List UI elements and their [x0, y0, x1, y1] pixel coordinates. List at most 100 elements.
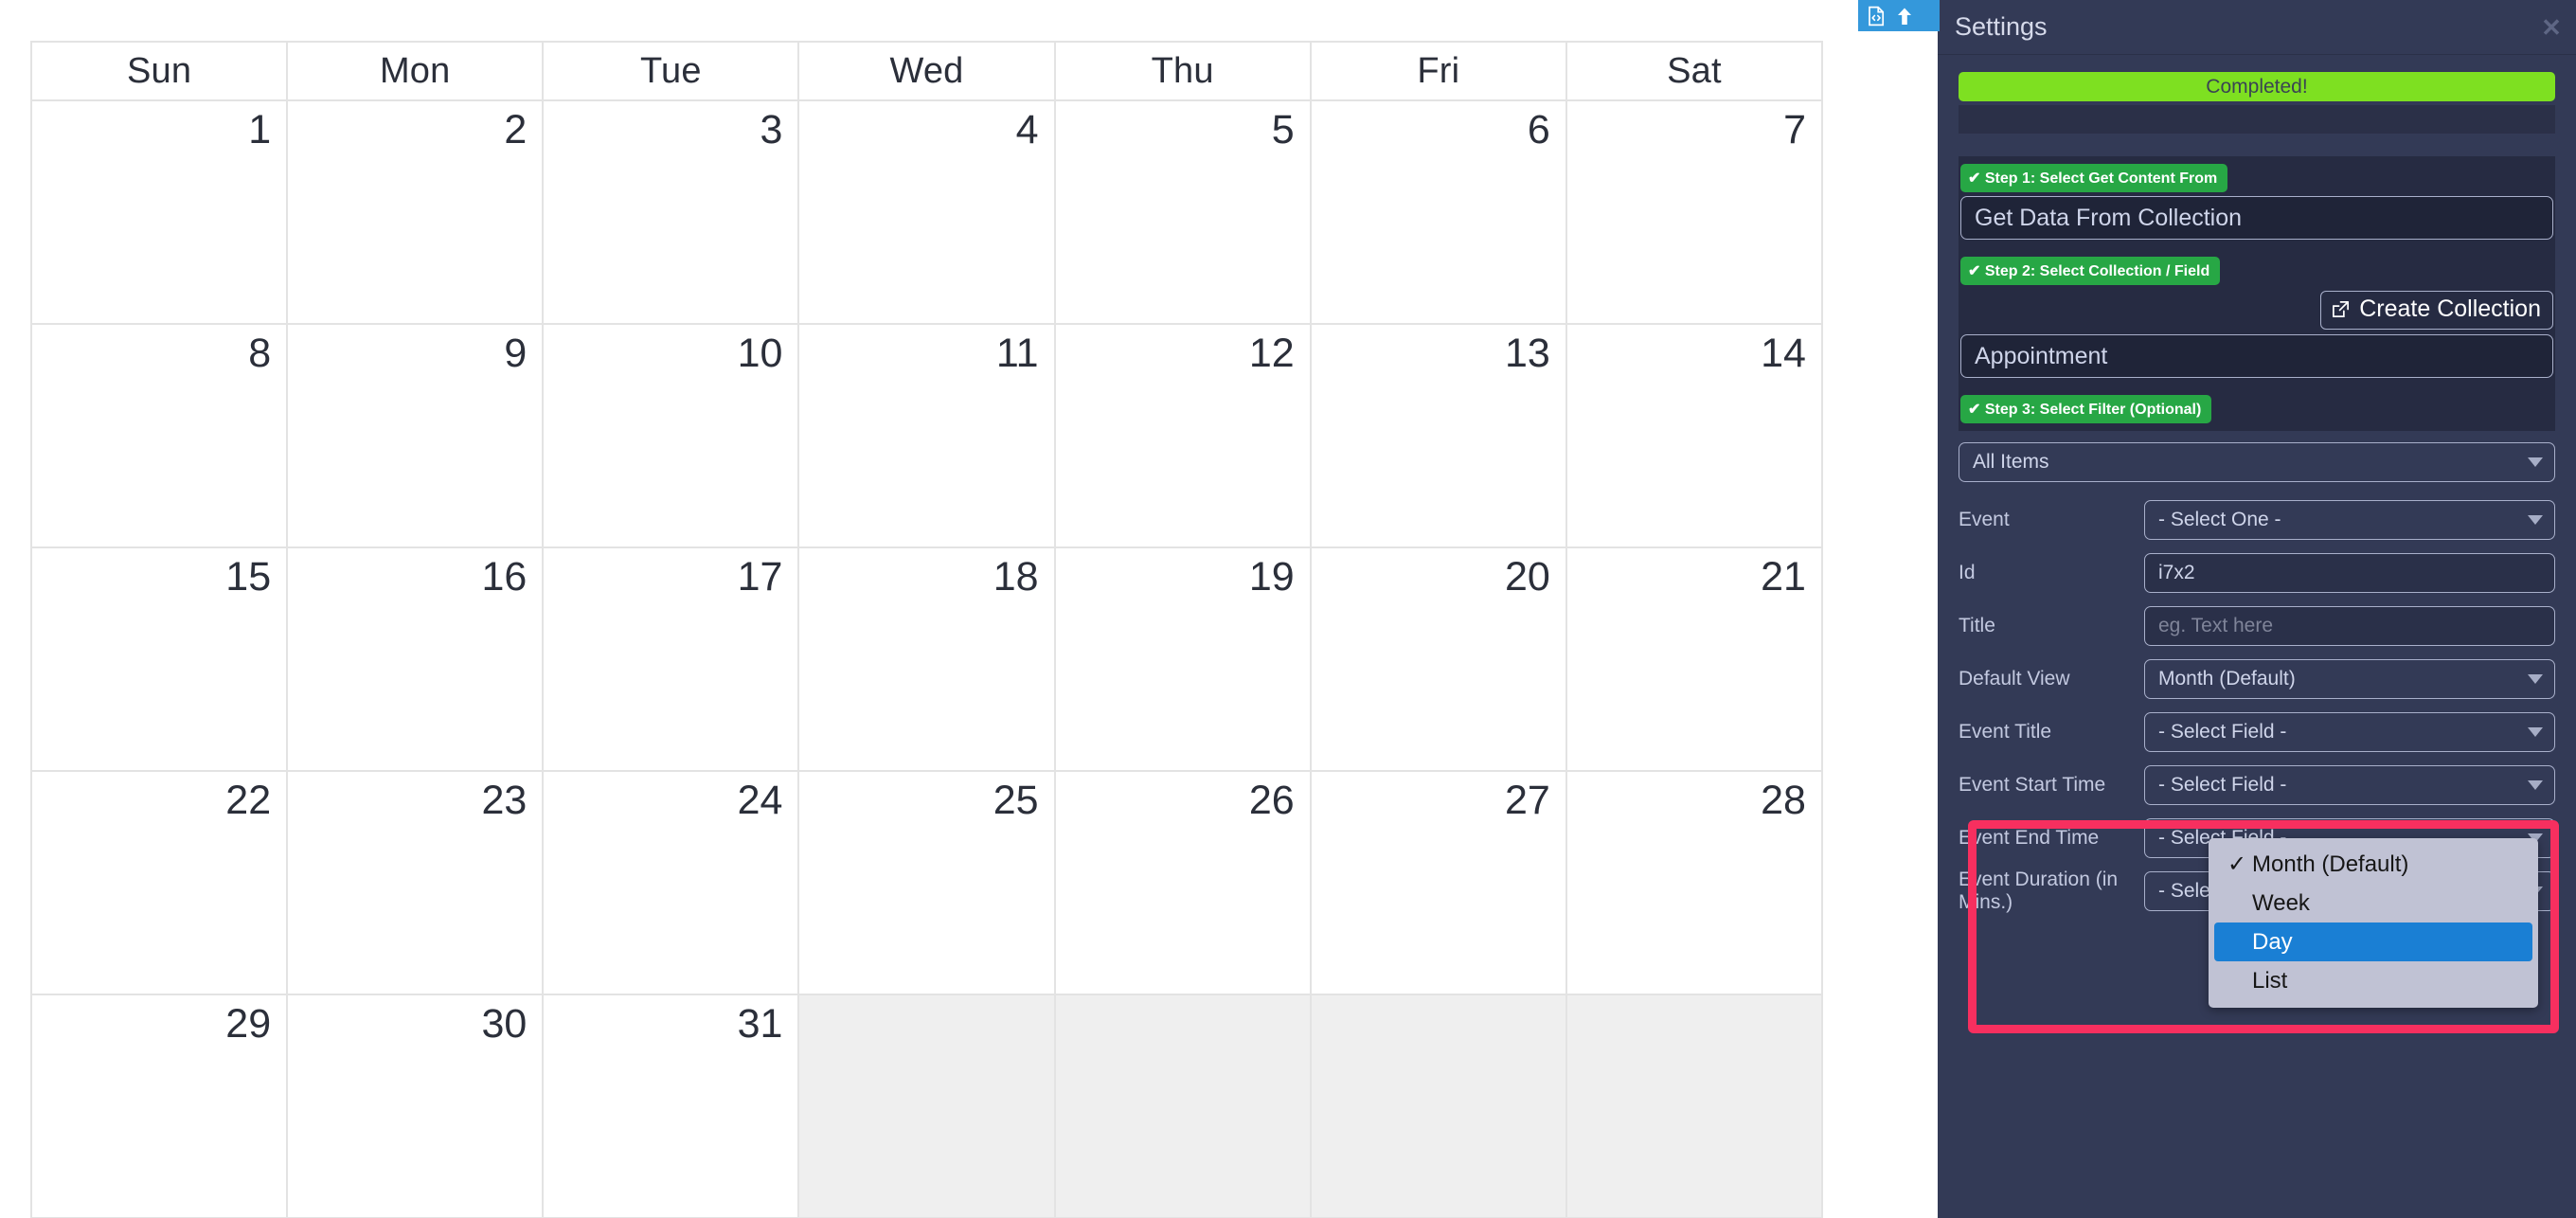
calendar-day-cell[interactable]: 25: [799, 772, 1056, 995]
field-value: i7x2: [2158, 562, 2195, 583]
calendar-day-cell[interactable]: 18: [799, 548, 1056, 772]
calendar-day-cell[interactable]: 8: [32, 325, 289, 548]
calendar-day-number: 4: [1015, 107, 1039, 152]
calendar-day-cell[interactable]: 9: [288, 325, 545, 548]
create-collection-button[interactable]: Create Collection: [2320, 291, 2553, 330]
calendar-day-cell[interactable]: 31: [544, 995, 800, 1218]
calendar-day-cell[interactable]: 13: [1311, 325, 1567, 548]
calendar-day-number: 9: [504, 331, 528, 376]
calendar-day-cell[interactable]: 5: [1055, 101, 1312, 325]
calendar-day-cell[interactable]: 4: [799, 101, 1056, 325]
calendar-day-number: 28: [1761, 778, 1806, 823]
calendar-day-number: 22: [225, 778, 272, 823]
calendar-day-number: 21: [1761, 554, 1806, 600]
collection-field[interactable]: Appointment: [1960, 334, 2553, 378]
settings-panel: Settings ✕ Completed! ✔ Step 1: Select G…: [1938, 0, 2576, 1218]
calendar-day-cell[interactable]: 14: [1566, 325, 1823, 548]
calendar-day-cell[interactable]: 30: [288, 995, 545, 1218]
calendar-day-number: 14: [1761, 331, 1806, 376]
calendar-day-cell[interactable]: 24: [544, 772, 800, 995]
calendar-day-number: 18: [993, 554, 1039, 600]
calendar-day-number: 2: [504, 107, 528, 152]
calendar-weekday-wed: Wed: [799, 43, 1056, 101]
dropdown-option[interactable]: ✓ Month (Default): [2214, 845, 2532, 884]
step1-badge: ✔ Step 1: Select Get Content From: [1960, 164, 2228, 192]
field-value: eg. Text here: [2158, 615, 2274, 636]
calendar-weekday-sun: Sun: [32, 43, 289, 101]
widget-float-toolbar[interactable]: [1858, 0, 1940, 31]
calendar-day-cell[interactable]: 29: [32, 995, 289, 1218]
filter-select[interactable]: All Items: [1959, 442, 2555, 482]
calendar-day-cell[interactable]: 28: [1566, 772, 1823, 995]
calendar-day-number: 1: [248, 107, 272, 152]
calendar-day-cell[interactable]: 21: [1566, 548, 1823, 772]
dropdown-option[interactable]: List: [2214, 961, 2532, 1000]
dropdown-option-label: List: [2252, 967, 2288, 994]
field-label: Title: [1959, 614, 1995, 636]
calendar-day-cell[interactable]: 11: [799, 325, 1056, 548]
calendar-day-cell[interactable]: 16: [288, 548, 545, 772]
calendar-weekday-mon: Mon: [288, 43, 545, 101]
chevron-down-icon: [2528, 780, 2543, 790]
create-collection-row: Create Collection: [1959, 289, 2555, 334]
create-collection-label: Create Collection: [2359, 296, 2541, 322]
form-row: Event - Select One -: [1959, 497, 2555, 543]
calendar-day-number: 12: [1248, 331, 1295, 376]
code-file-icon[interactable]: [1867, 6, 1886, 27]
select-control[interactable]: Month (Default): [2144, 659, 2555, 699]
calendar-day-cell[interactable]: 3: [544, 101, 800, 325]
filter-select-wrap: All Items: [1959, 442, 2555, 482]
dropdown-option[interactable]: Day: [2214, 922, 2532, 961]
calendar-weekday-header: Sun Mon Tue Wed Thu Fri Sat: [32, 43, 1823, 101]
arrow-up-icon[interactable]: [1895, 6, 1914, 27]
calendar-day-number: 8: [248, 331, 272, 376]
calendar-day-cell[interactable]: 20: [1311, 548, 1567, 772]
select-control[interactable]: - Select Field -: [2144, 712, 2555, 752]
calendar-day-cell-empty: [1566, 995, 1823, 1218]
default-view-dropdown-menu[interactable]: ✓ Month (Default) Week Day List: [2209, 838, 2538, 1008]
text-input[interactable]: eg. Text here: [2144, 606, 2555, 646]
field-value: Month (Default): [2158, 668, 2296, 690]
calendar-day-number: 6: [1527, 107, 1550, 152]
form-row: Event Title - Select Field -: [1959, 709, 2555, 755]
calendar-day-cell[interactable]: 15: [32, 548, 289, 772]
calendar-day-number: 15: [225, 554, 272, 600]
calendar-day-number: 24: [737, 778, 783, 823]
calendar-day-number: 20: [1505, 554, 1550, 600]
calendar-day-cell[interactable]: 2: [288, 101, 545, 325]
dropdown-option[interactable]: Week: [2214, 884, 2532, 922]
calendar-day-cell[interactable]: 7: [1566, 101, 1823, 325]
calendar-day-cell[interactable]: 1: [32, 101, 289, 325]
calendar-day-number: 23: [481, 778, 528, 823]
calendar-day-number: 17: [737, 554, 783, 600]
select-control[interactable]: - Select Field -: [2144, 765, 2555, 805]
select-control[interactable]: - Select One -: [2144, 500, 2555, 540]
field-label: Event End Time: [1959, 826, 2100, 849]
calendar-week-row: 29 30 31: [32, 995, 1823, 1218]
calendar-day-number: 30: [481, 1001, 528, 1047]
calendar-day-cell[interactable]: 17: [544, 548, 800, 772]
chevron-down-icon: [2528, 674, 2543, 684]
calendar-day-cell[interactable]: 27: [1311, 772, 1567, 995]
calendar-day-cell[interactable]: 10: [544, 325, 800, 548]
calendar-day-number: 16: [481, 554, 528, 600]
close-icon[interactable]: ✕: [2537, 13, 2566, 42]
external-link-icon: [2331, 299, 2351, 319]
get-content-from-field[interactable]: Get Data From Collection: [1960, 196, 2553, 240]
text-input[interactable]: i7x2: [2144, 553, 2555, 593]
calendar-day-cell[interactable]: 23: [288, 772, 545, 995]
form-row: Title eg. Text here: [1959, 603, 2555, 649]
progress-placeholder-block: [1959, 105, 2555, 134]
calendar-week-row: 15 16 17 18 19 20 21: [32, 548, 1823, 772]
calendar-day-cell[interactable]: 6: [1311, 101, 1567, 325]
calendar-day-cell[interactable]: 19: [1055, 548, 1312, 772]
settings-body: Completed! ✔ Step 1: Select Get Content …: [1938, 72, 2576, 914]
field-control-wrap: - Select One -: [2144, 500, 2555, 540]
calendar-day-cell[interactable]: 22: [32, 772, 289, 995]
chevron-down-icon: [2528, 457, 2543, 467]
calendar-day-cell[interactable]: 12: [1055, 325, 1312, 548]
calendar-day-cell[interactable]: 26: [1055, 772, 1312, 995]
calendar-day-number: 29: [225, 1001, 272, 1047]
form-row: Default View Month (Default): [1959, 656, 2555, 702]
field-label: Event Title: [1959, 720, 2052, 743]
